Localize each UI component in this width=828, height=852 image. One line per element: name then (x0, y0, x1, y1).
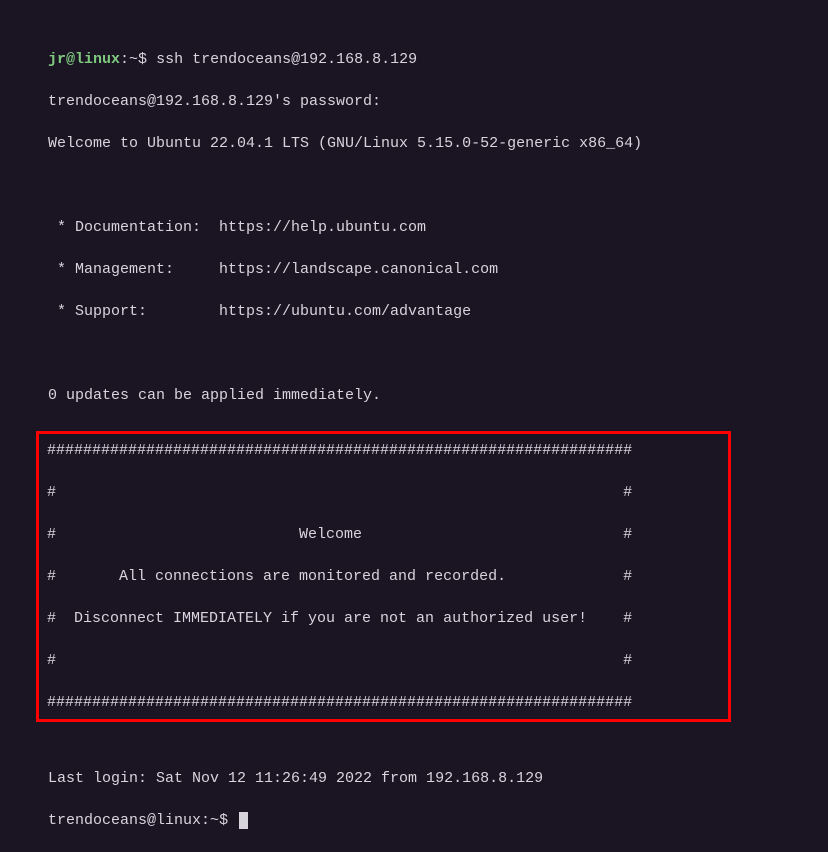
prompt-separator: : (201, 812, 210, 829)
password-prompt: trendoceans@192.168.8.129's password: (48, 91, 828, 112)
documentation-link: * Documentation: https://help.ubuntu.com (48, 217, 828, 238)
banner-border: ########################################… (47, 692, 720, 713)
prompt-symbol: $ (219, 812, 228, 829)
banner-empty: # # (47, 482, 720, 503)
prompt-separator: : (120, 51, 129, 68)
prompt-userhost: jr@linux (48, 51, 120, 68)
motd-banner-highlight: ########################################… (36, 431, 731, 722)
terminal-output[interactable]: jr@linux:~$ ssh trendoceans@192.168.8.12… (48, 28, 828, 852)
banner-monitored: # All connections are monitored and reco… (47, 566, 720, 587)
blank-line (48, 343, 828, 364)
prompt-symbol: $ (138, 51, 147, 68)
last-login-line: Last login: Sat Nov 12 11:26:49 2022 fro… (48, 768, 828, 789)
banner-welcome: # Welcome # (47, 524, 720, 545)
blank-line (48, 175, 828, 196)
prompt-userhost: trendoceans@linux (48, 812, 201, 829)
command-line: jr@linux:~$ ssh trendoceans@192.168.8.12… (48, 49, 828, 70)
management-link: * Management: https://landscape.canonica… (48, 259, 828, 280)
banner-border: ########################################… (47, 440, 720, 461)
prompt-path: ~ (129, 51, 138, 68)
ssh-command: ssh trendoceans@192.168.8.129 (156, 51, 417, 68)
banner-disconnect: # Disconnect IMMEDIATELY if you are not … (47, 608, 720, 629)
prompt-path: ~ (210, 812, 219, 829)
support-link: * Support: https://ubuntu.com/advantage (48, 301, 828, 322)
welcome-line: Welcome to Ubuntu 22.04.1 LTS (GNU/Linux… (48, 133, 828, 154)
banner-empty: # # (47, 650, 720, 671)
blank-line (48, 726, 828, 747)
updates-line: 0 updates can be applied immediately. (48, 385, 828, 406)
cursor-icon (239, 812, 248, 829)
remote-prompt-line: trendoceans@linux:~$ (48, 810, 828, 831)
